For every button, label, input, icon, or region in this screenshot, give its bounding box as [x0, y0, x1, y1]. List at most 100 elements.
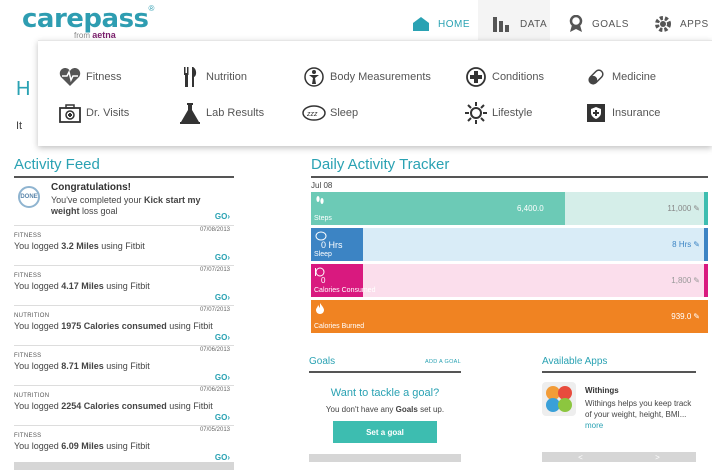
feed-item: 07/07/2013 FITNESS You logged 4.17 Miles… [14, 266, 234, 306]
tracker-endcap [704, 228, 708, 261]
goals-prompt: Want to tackle a goal? [330, 387, 440, 399]
go-link[interactable]: GO› [215, 212, 230, 221]
flame-icon [315, 303, 325, 316]
nav-data[interactable]: DATA [492, 12, 547, 36]
tracker-goal[interactable]: 8 Hrs ✎ [672, 240, 700, 249]
tracker-label: Calories Consumed [314, 287, 376, 294]
menu-item-sleep[interactable]: zzz Sleep [302, 101, 358, 125]
tracker-row-calories-consumed[interactable]: Calories Consumed 0 1,800 ✎ [311, 264, 708, 297]
menu-item-medicine[interactable]: Medicine [584, 65, 656, 89]
done-badge-icon: DONE [18, 186, 40, 208]
tracker-goal[interactable]: 1,800 ✎ [671, 276, 700, 285]
medical-bag-icon [58, 101, 82, 125]
feed-item: 07/06/2013 NUTRITION You logged 2254 Cal… [14, 386, 234, 426]
bar-chart-icon [492, 16, 512, 32]
set-goal-button[interactable]: Set a goal [333, 421, 437, 443]
pencil-icon: ✎ [693, 204, 700, 213]
activity-feed-title: Activity Feed [14, 156, 234, 178]
chevron-right-icon: › [227, 413, 230, 422]
tracker-bar [311, 300, 708, 333]
page-title-hidden: H [16, 78, 31, 100]
congrats-title: Congratulations! [51, 182, 131, 193]
heartbeat-icon [58, 65, 82, 89]
tracker-endcap [704, 192, 708, 225]
tracker-goal[interactable]: 939.0 ✎ [671, 312, 700, 321]
go-link[interactable]: GO› [215, 293, 230, 302]
apps-pager: < > [542, 452, 696, 462]
chevron-right-icon: › [227, 293, 230, 302]
feed-item: 07/06/2013 FITNESS You logged 8.71 Miles… [14, 346, 234, 386]
menu-item-lab-results[interactable]: Lab Results [178, 101, 264, 125]
withings-logo-icon[interactable] [542, 382, 576, 416]
flask-icon [178, 101, 202, 125]
apps-title: Available Apps [542, 356, 696, 373]
go-link[interactable]: GO› [215, 333, 230, 342]
chevron-right-icon: › [227, 333, 230, 342]
chevron-left-icon[interactable]: < [578, 453, 583, 462]
feed-item: 07/05/2013 FITNESS You logged 6.09 Miles… [14, 427, 230, 462]
tracker-endcap [704, 264, 708, 297]
tracker-row-sleep[interactable]: Sleep 0 Hrs 8 Hrs ✎ [311, 228, 708, 261]
home-icon [412, 16, 430, 32]
fork-knife-icon [178, 65, 202, 89]
menu-item-insurance[interactable]: Insurance [584, 101, 660, 125]
chevron-right-icon: › [227, 253, 230, 262]
feed-item: 07/07/2013 NUTRITION You logged 1975 Cal… [14, 306, 234, 346]
tracker-goal[interactable]: 11,000 ✎ [667, 204, 700, 213]
go-link[interactable]: GO› [215, 453, 230, 462]
goals-scrollbar[interactable] [309, 454, 461, 462]
data-dropdown-menu: Fitness Nutrition Body Measurements Cond… [38, 40, 712, 146]
menu-item-lifestyle[interactable]: Lifestyle [464, 101, 532, 125]
nav-goals[interactable]: GOALS [568, 12, 629, 36]
pill-icon [584, 65, 608, 89]
nav-apps[interactable]: APPS [654, 12, 709, 36]
go-link[interactable]: GO› [215, 413, 230, 422]
menu-item-dr-visits[interactable]: Dr. Visits [58, 101, 129, 125]
insurance-card-icon [584, 101, 608, 125]
sleep-icon: zzz [302, 101, 326, 125]
goals-title: Goals [309, 356, 336, 367]
menu-item-conditions[interactable]: Conditions [464, 65, 544, 89]
app-name[interactable]: Withings [585, 386, 619, 395]
menu-item-body-measurements[interactable]: Body Measurements [302, 65, 431, 89]
tracker-endcap [704, 300, 708, 333]
logo-subtitle: from aetna [74, 30, 116, 40]
sun-icon [464, 101, 488, 125]
daily-activity-tracker: Daily Activity Tracker Jul 08 Steps 6,40… [311, 156, 708, 336]
feed-item: 07/08/2013 FITNESS You logged 3.2 Miles … [14, 226, 234, 266]
tracker-row-steps[interactable]: Steps 6,400.0 11,000 ✎ [311, 192, 708, 225]
more-link[interactable]: more [585, 421, 603, 430]
nav-home[interactable]: HOME [412, 12, 470, 36]
goals-empty-text: You don't have any Goals set up. [325, 405, 445, 414]
goals-header: Goals ADD A GOAL [309, 356, 461, 373]
chevron-right-icon[interactable]: > [655, 453, 660, 462]
tracker-date: Jul 08 [311, 181, 333, 190]
chevron-right-icon: › [227, 453, 230, 462]
app-description: Withings helps you keep track of your we… [585, 399, 692, 430]
activity-feed: Activity Feed DONE Congratulations! You'… [14, 156, 234, 470]
go-link[interactable]: GO› [215, 373, 230, 382]
pencil-icon: ✎ [693, 240, 700, 249]
tracker-row-calories-burned[interactable]: Calories Burned 939.0 ✎ [311, 300, 708, 333]
tracker-title: Daily Activity Tracker [311, 156, 708, 178]
menu-item-fitness[interactable]: Fitness [58, 65, 121, 89]
goals-panel: Goals ADD A GOAL Want to tackle a goal? … [309, 356, 461, 462]
add-goal-link[interactable]: ADD A GOAL [425, 359, 461, 365]
tracker-label: Steps [314, 215, 332, 222]
gear-icon [654, 15, 672, 33]
carepass-logo[interactable]: carepass® from aetna [22, 4, 154, 40]
tracker-label: Calories Burned [314, 323, 365, 330]
tracker-value: 0 [321, 276, 326, 285]
congrats-text: You've completed your Kick start my weig… [51, 195, 201, 216]
footprint-icon [315, 195, 325, 207]
tracker-label: Sleep [314, 251, 332, 258]
go-link[interactable]: GO› [215, 253, 230, 262]
svg-text:zzz: zzz [306, 111, 318, 118]
feed-item-congrats: DONE Congratulations! You've completed y… [14, 178, 234, 226]
medical-cross-icon [464, 65, 488, 89]
menu-item-nutrition[interactable]: Nutrition [178, 65, 247, 89]
feed-scrollbar[interactable] [14, 462, 234, 470]
tracker-value: 6,400.0 [517, 204, 544, 213]
pencil-icon: ✎ [693, 276, 700, 285]
body-icon [302, 65, 326, 89]
